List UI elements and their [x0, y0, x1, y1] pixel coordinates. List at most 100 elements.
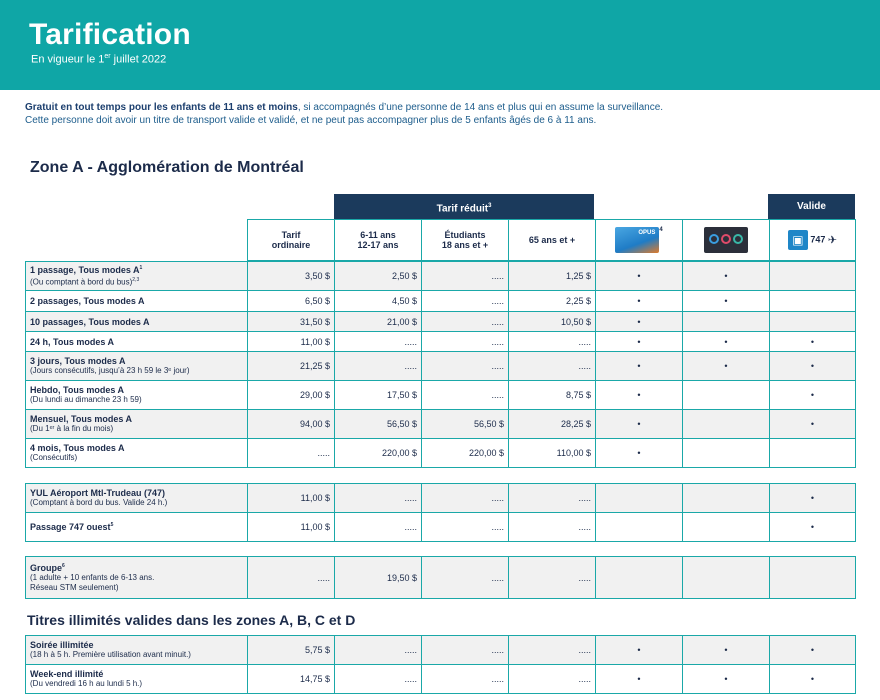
fare-name: Mensuel, Tous modes A [30, 414, 243, 424]
occasional-mark [682, 512, 770, 542]
col-valide: ▣ 747 ✈ [769, 219, 856, 261]
fare-name-sup: 5 [110, 522, 114, 528]
price-senior: 1,25 $ [508, 261, 596, 291]
section-title-zone-a: Zone A - Agglomération de Montréal [30, 159, 304, 176]
valide-mark: • [769, 512, 856, 542]
zones-abcd-table: Soirée illimitée (18 h à 5 h. Première ut… [25, 635, 856, 694]
valide-mark: • [769, 331, 856, 352]
opus-mark [595, 483, 683, 513]
fare-name-cell: YUL Aéroport Mtl-Trudeau (747) (Comptant … [25, 483, 248, 513]
price-child: ..... [334, 351, 422, 381]
price-senior: 2,25 $ [508, 290, 596, 312]
occasional-mark [682, 438, 770, 468]
price-child: 2,50 $ [334, 261, 422, 291]
price-ordinaire: 5,75 $ [247, 635, 335, 665]
zone-a-table: 1 passage, Tous modes A1 (Ou comptant à b… [25, 261, 856, 468]
intro-bold: Gratuit en tout temps pour les enfants d… [25, 102, 298, 113]
page-header: Tarification En vigueur le 1er juillet 2… [0, 0, 880, 90]
fare-name: 10 passages, Tous modes A [30, 317, 243, 327]
price-student: ..... [421, 290, 509, 312]
fare-name-text: Week-end illimité [30, 669, 104, 679]
fare-name-cell: 10 passages, Tous modes A [25, 311, 248, 332]
price-senior: 110,00 $ [508, 438, 596, 468]
price-senior: 10,50 $ [508, 311, 596, 332]
price-ordinaire: 11,00 $ [247, 512, 335, 542]
col-opus: OPUS 4 [595, 219, 683, 261]
col-occasional [682, 219, 770, 261]
occasional-mark [682, 483, 770, 513]
occasional-mark [682, 380, 770, 410]
price-student: ..... [421, 635, 509, 665]
price-student: ..... [421, 664, 509, 694]
valide-mark [769, 438, 856, 468]
price-child: ..... [334, 483, 422, 513]
fare-name-cell: 4 mois, Tous modes A (Consécutifs) [25, 438, 248, 468]
valide-mark: • [769, 409, 856, 439]
fare-name-text: 2 passages, Tous modes A [30, 296, 145, 306]
price-ordinaire: ..... [247, 556, 335, 599]
price-child: ..... [334, 635, 422, 665]
fare-name-text: YUL Aéroport Mtl-Trudeau (747) [30, 488, 166, 498]
fare-name-cell: 3 jours, Tous modes A (Jours consécutifs,… [25, 351, 248, 381]
price-ordinaire: 14,75 $ [247, 664, 335, 694]
fare-note-sup: 2,3 [132, 276, 140, 283]
table-row: Week-end illimité (Du vendredi 16 h au lu… [25, 664, 856, 694]
fare-name-text: Groupe [30, 562, 63, 573]
opus-mark: • [595, 664, 683, 694]
price-child: 220,00 $ [334, 438, 422, 468]
opus-mark: • [595, 351, 683, 381]
valide-mark: • [769, 380, 856, 410]
opus-mark: • [595, 438, 683, 468]
fare-name: 2 passages, Tous modes A [30, 296, 243, 306]
fare-name-text: Soirée illimitée [30, 640, 94, 650]
price-senior: 8,75 $ [508, 380, 596, 410]
fare-note-text: (1 adulte + 10 enfants de 6-13 ans. [30, 572, 155, 582]
column-headers: Tarif ordinaire 6-11 ans 12-17 ans Étudian… [247, 219, 856, 261]
price-ordinaire: 11,00 $ [247, 331, 335, 352]
page-title: Tarification [29, 18, 191, 51]
table-row: YUL Aéroport Mtl-Trudeau (747) (Comptant … [25, 483, 856, 513]
price-student: ..... [421, 351, 509, 381]
fare-name-cell: 2 passages, Tous modes A [25, 290, 248, 312]
opus-mark [595, 556, 683, 599]
table-row: Soirée illimitée (18 h à 5 h. Première ut… [25, 635, 856, 665]
fare-note-text: (Du 1ᵉʳ à la fin du mois) [30, 424, 114, 433]
fare-note-text: (Du vendredi 16 h au lundi 5 h.) [30, 679, 143, 688]
opus-card-icon: OPUS [615, 227, 660, 253]
price-child: ..... [334, 664, 422, 694]
price-student: 56,50 $ [421, 409, 509, 439]
table-row: Passage 747 ouest5 11,00 $...............… [25, 512, 856, 542]
table-row: 4 mois, Tous modes A (Consécutifs)..... 22… [25, 438, 856, 468]
table-row: 24 h, Tous modes A 11,00 $...............… [25, 331, 856, 352]
occasional-mark [682, 409, 770, 439]
fare-note-text: (Jours consécutifs, jusqu’à 23 h 59 le 3… [30, 366, 190, 375]
price-student: 220,00 $ [421, 438, 509, 468]
price-student: ..... [421, 556, 509, 599]
price-child: ..... [334, 331, 422, 352]
col-tarif-ordinaire: Tarif ordinaire [247, 219, 335, 261]
fare-name: Passage 747 ouest5 [30, 522, 243, 532]
price-ordinaire: 21,25 $ [247, 351, 335, 381]
opus-mark [595, 512, 683, 542]
fare-name: Groupe6 [30, 563, 243, 573]
fare-name-sup: 6 [62, 562, 65, 569]
table-row: Hebdo, Tous modes A (Du lundi au dimanche… [25, 380, 856, 410]
fare-name-text: 10 passages, Tous modes A [30, 316, 150, 327]
table-row: Groupe6 (1 adulte + 10 enfants de 6-13 an… [25, 556, 856, 599]
price-senior: ..... [508, 512, 596, 542]
price-senior: ..... [508, 635, 596, 665]
opus-mark: • [595, 261, 683, 291]
price-child: 21,00 $ [334, 311, 422, 332]
fare-name-text: 24 h, Tous modes A [30, 336, 115, 347]
fare-name-cell: Week-end illimité (Du vendredi 16 h au lu… [25, 664, 248, 694]
fare-note-2: Réseau STM seulement) [30, 582, 119, 592]
price-senior: ..... [508, 483, 596, 513]
bus-icon: ▣ [787, 230, 808, 250]
fare-note: (Du 1ᵉʳ à la fin du mois) [30, 424, 243, 434]
opus-mark: • [595, 331, 683, 352]
fare-note-text: (18 h à 5 h. Première utilisation avant … [30, 650, 191, 659]
col-student: Étudiants 18 ans et + [421, 219, 509, 261]
valide-mark: • [769, 664, 856, 694]
band-valide: Valide [768, 194, 855, 219]
price-senior: 28,25 $ [508, 409, 596, 439]
